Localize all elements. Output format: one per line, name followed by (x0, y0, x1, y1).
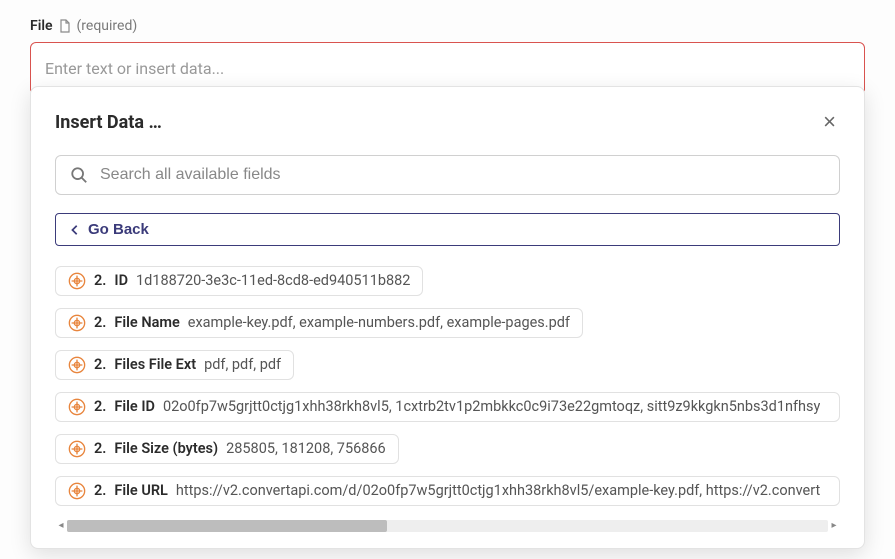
search-icon (70, 166, 88, 184)
insert-data-panel: Insert Data … × Go Back 2. ID 1d188720-3e3… (30, 86, 865, 549)
pill-value: https://v2.convertapi.com/d/02o0fp7w5grj… (176, 482, 820, 499)
pill-prefix: 2. (94, 356, 106, 373)
chevron-left-icon (70, 224, 80, 236)
app-icon (68, 314, 86, 332)
pill-prefix: 2. (94, 482, 106, 499)
app-icon (68, 440, 86, 458)
field-pill[interactable]: 2. ID 1d188720-3e3c-11ed-8cd8-ed940511b882 (55, 266, 423, 296)
go-back-button[interactable]: Go Back (55, 213, 840, 246)
field-pill[interactable]: 2. File Name example-key.pdf, example-numb… (55, 308, 583, 338)
go-back-label: Go Back (88, 221, 149, 238)
pill-value: 1d188720-3e3c-11ed-8cd8-ed940511b882 (136, 272, 410, 289)
search-field[interactable] (55, 155, 840, 195)
pill-value: pdf, pdf, pdf (204, 356, 281, 373)
field-list: 2. ID 1d188720-3e3c-11ed-8cd8-ed940511b882… (55, 266, 840, 506)
field-pill[interactable]: 2. File Size (bytes) 285805, 181208, 75686… (55, 434, 399, 464)
pill-label: Files File Ext (114, 356, 196, 373)
app-icon (68, 482, 86, 500)
pill-value: 285805, 181208, 756866 (226, 440, 386, 457)
app-icon (68, 398, 86, 416)
field-label: File (30, 18, 53, 34)
scroll-right-arrow[interactable]: ▸ (828, 520, 840, 531)
app-icon (68, 356, 86, 374)
pill-label: File Name (114, 314, 179, 331)
horizontal-scrollbar[interactable]: ◂ ▸ (55, 520, 840, 532)
search-input[interactable] (100, 166, 825, 184)
pill-label: File URL (114, 482, 167, 499)
field-label-row: File (required) (30, 18, 865, 34)
required-text: (required) (77, 18, 138, 34)
pill-value: 02o0fp7w5grjtt0ctjg1xhh38rkh8vl5, 1cxtrb… (163, 398, 820, 415)
pill-prefix: 2. (94, 440, 106, 457)
pill-value: example-key.pdf, example-numbers.pdf, ex… (188, 314, 570, 331)
field-pill[interactable]: 2. Files File Ext pdf, pdf, pdf (55, 350, 294, 380)
pill-prefix: 2. (94, 314, 106, 331)
pill-prefix: 2. (94, 398, 106, 415)
pill-label: File Size (bytes) (114, 440, 218, 457)
scroll-track[interactable] (67, 520, 828, 532)
field-pill[interactable]: 2. File URL https://v2.convertapi.com/d/02… (55, 476, 840, 506)
pill-label: ID (114, 272, 128, 289)
document-icon (59, 19, 71, 33)
pill-label: File ID (114, 398, 155, 415)
app-icon (68, 272, 86, 290)
field-pill[interactable]: 2. File ID 02o0fp7w5grjtt0ctjg1xhh38rkh8vl… (55, 392, 840, 422)
pill-prefix: 2. (94, 272, 106, 289)
close-button[interactable]: × (819, 109, 840, 135)
scroll-thumb[interactable] (67, 520, 387, 532)
scroll-left-arrow[interactable]: ◂ (55, 520, 67, 531)
panel-title: Insert Data … (55, 112, 162, 133)
